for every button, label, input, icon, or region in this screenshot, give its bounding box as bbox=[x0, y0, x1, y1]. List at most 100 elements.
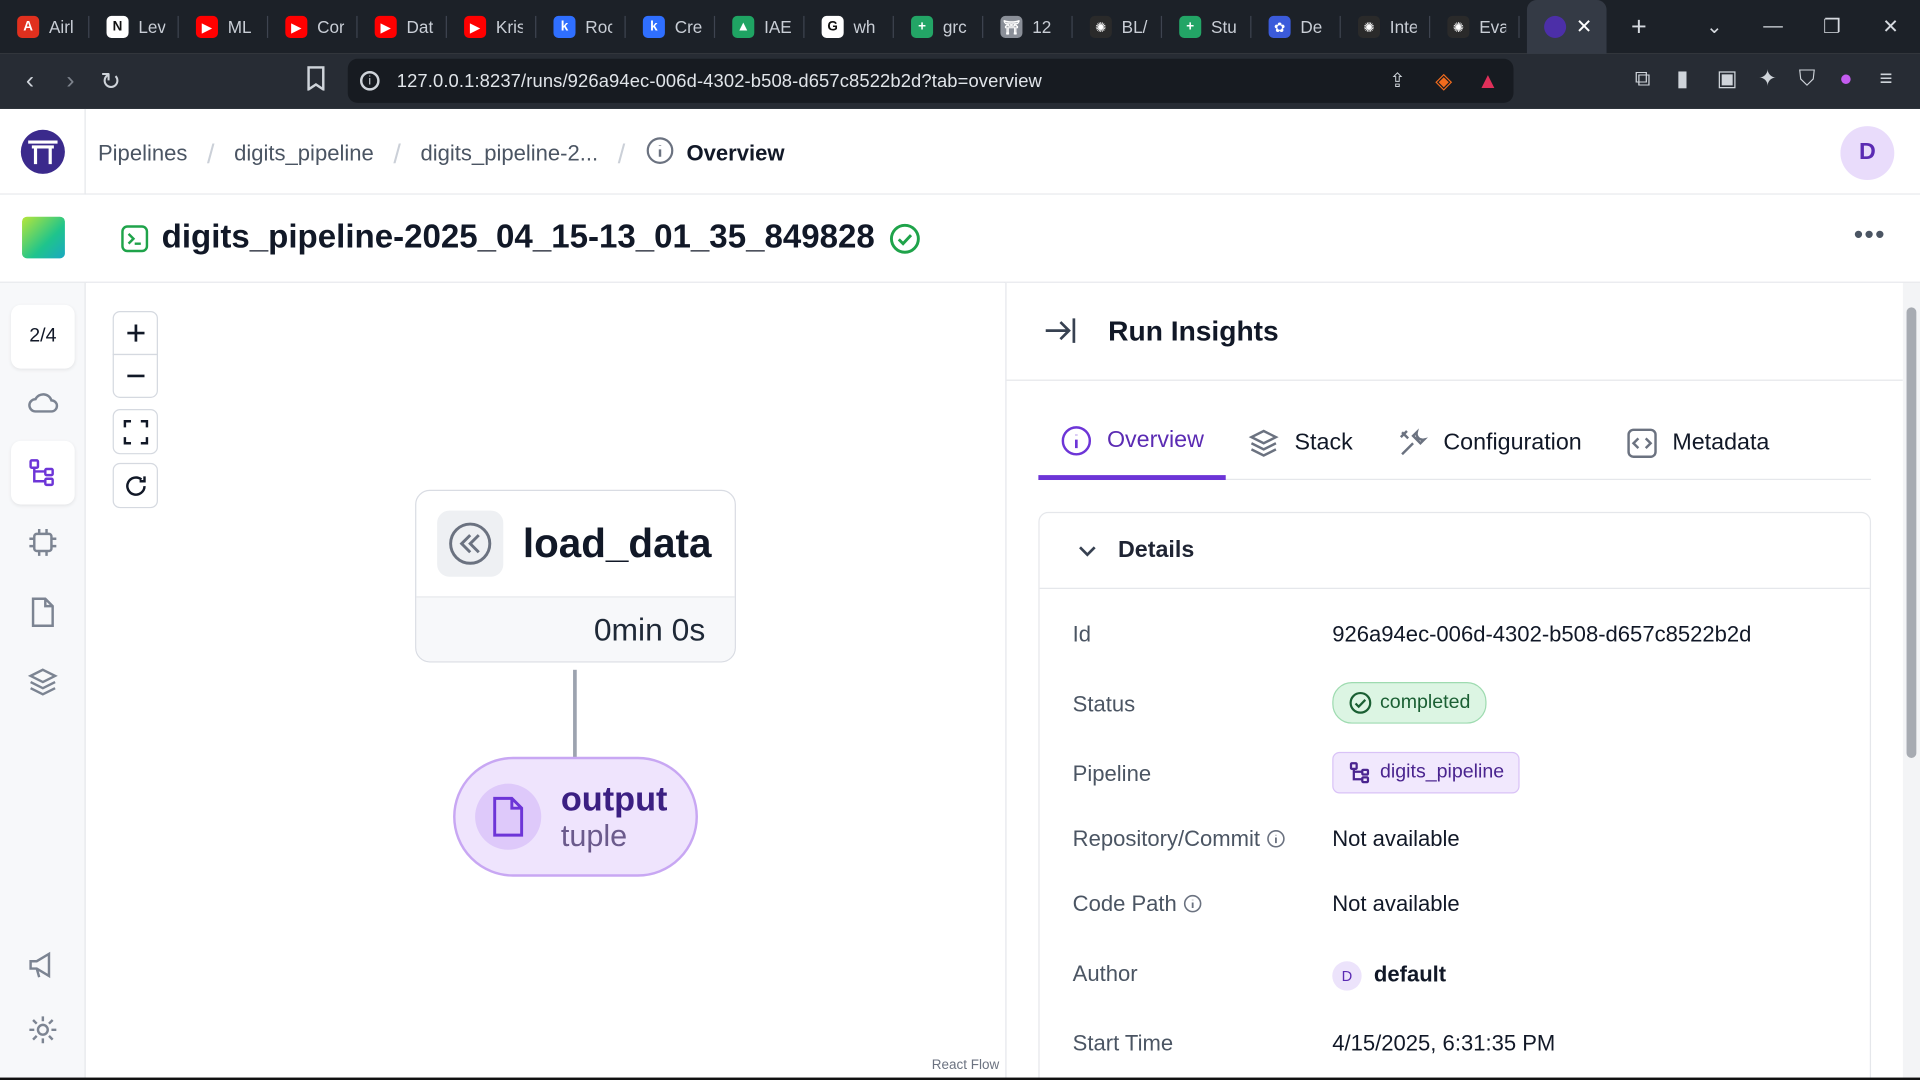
browser-tab[interactable]: Gwh bbox=[804, 0, 894, 54]
browser-tab[interactable]: k Roc bbox=[536, 0, 626, 54]
breadcrumb: Pipelines / digits_pipeline / digits_pip… bbox=[98, 136, 785, 172]
brave-shields-icon[interactable]: ◈ bbox=[1435, 68, 1452, 94]
pipeline-link[interactable]: digits_pipeline bbox=[1332, 751, 1521, 794]
help-info-icon bbox=[1184, 894, 1202, 913]
tab-title: BL/ bbox=[1121, 17, 1148, 37]
tab-stack[interactable]: Stack bbox=[1226, 405, 1375, 480]
breadcrumb-separator: / bbox=[206, 137, 215, 169]
breadcrumb-pipeline[interactable]: digits_pipeline bbox=[234, 141, 374, 167]
tab-title: Airl bbox=[48, 17, 74, 37]
address-bar[interactable]: i 127.0.0.1:8237/runs/926a94ec-006d-4302… bbox=[347, 58, 1514, 103]
zenml-logo-icon[interactable] bbox=[20, 129, 65, 174]
share-icon[interactable]: ⇪ bbox=[1389, 69, 1405, 93]
tab-favicon-icon: ✺ bbox=[1447, 15, 1470, 38]
back-icon[interactable]: ‹ bbox=[10, 67, 50, 95]
tab-metadata-label: Metadata bbox=[1672, 429, 1770, 455]
browser-tab[interactable]: ✺ Inte bbox=[1341, 0, 1431, 54]
minimize-button[interactable]: — bbox=[1744, 16, 1803, 38]
info-icon bbox=[1061, 425, 1092, 455]
reload-icon[interactable]: ↻ bbox=[91, 66, 131, 97]
pipeline-icon[interactable] bbox=[11, 440, 75, 505]
browser-tab[interactable]: k Cre bbox=[626, 0, 716, 54]
new-tab-button[interactable]: + bbox=[1631, 11, 1647, 43]
url-text[interactable]: 127.0.0.1:8237/runs/926a94ec-006d-4302-b… bbox=[397, 70, 1042, 91]
vpn-icon[interactable]: ⛉ bbox=[1799, 66, 1816, 92]
close-tab-icon[interactable]: ✕ bbox=[1576, 15, 1592, 39]
scrollbar-thumb[interactable] bbox=[1906, 307, 1917, 758]
settings-gear-icon[interactable] bbox=[11, 998, 75, 1062]
browser-tab[interactable]: ▶ Kris bbox=[447, 0, 537, 54]
tab-favicon-icon: + bbox=[911, 15, 934, 38]
browser-tab[interactable]: + grc bbox=[894, 0, 984, 54]
browser-toolbar: ‹ › ↻ i 127.0.0.1:8237/runs/926a94ec-006… bbox=[0, 53, 1920, 109]
forward-icon[interactable]: › bbox=[50, 67, 90, 95]
dag-canvas[interactable]: load_data 0min 0s output tuple React Flo… bbox=[86, 282, 1005, 1080]
tab-title: Roc bbox=[585, 17, 612, 37]
breadcrumb-separator: / bbox=[393, 137, 401, 169]
browser-tab[interactable]: ▶ Dat bbox=[358, 0, 447, 54]
browser-tab-active[interactable]: ✕ bbox=[1526, 0, 1607, 54]
react-flow-attribution[interactable]: React Flow bbox=[932, 1058, 999, 1073]
tab-favicon-icon: G bbox=[821, 15, 844, 38]
tab-title: Dat bbox=[406, 17, 434, 37]
screen: AAirlNLev▶ML▶Cor▶Dat▶KriskRockCre▲IAEGwh… bbox=[0, 0, 1920, 1080]
browser-tab[interactable]: ▶ ML bbox=[179, 0, 269, 54]
more-options-icon[interactable]: ••• bbox=[1854, 219, 1886, 251]
stack-layers-icon[interactable] bbox=[11, 650, 75, 714]
panel-scrollbar[interactable] bbox=[1902, 282, 1920, 1080]
tab-search-icon[interactable]: ⌄ bbox=[1685, 15, 1744, 39]
breadcrumb-run[interactable]: digits_pipeline-2... bbox=[420, 141, 598, 167]
tab-metadata[interactable]: Metadata bbox=[1604, 405, 1792, 480]
tab-overview[interactable]: Overview bbox=[1038, 405, 1226, 481]
user-avatar[interactable]: D bbox=[1840, 126, 1895, 181]
cloud-icon[interactable] bbox=[11, 371, 75, 435]
tab-title: grc bbox=[942, 17, 967, 37]
site-info-icon[interactable]: i bbox=[360, 71, 380, 91]
browser-tab[interactable]: ✺ Eva bbox=[1430, 0, 1520, 54]
zoom-out-button[interactable] bbox=[112, 353, 158, 398]
browser-tab[interactable]: ⛩ 12 bbox=[983, 0, 1073, 54]
artifact-node[interactable]: output tuple bbox=[453, 756, 698, 877]
menu-icon[interactable]: ≡ bbox=[1880, 66, 1893, 92]
breadcrumb-pipelines[interactable]: Pipelines bbox=[98, 141, 187, 167]
author-name: default bbox=[1373, 962, 1447, 987]
browser-tab[interactable]: N Lev bbox=[89, 0, 179, 54]
megaphone-icon[interactable] bbox=[11, 933, 75, 997]
extensions-icon[interactable]: ⧉ bbox=[1635, 66, 1651, 92]
browser-tab[interactable]: + Stu bbox=[1162, 0, 1252, 54]
file-icon[interactable] bbox=[11, 580, 75, 644]
tools-icon bbox=[1399, 427, 1428, 455]
run-insights-panel: Run Insights Overview Stack Configuratio… bbox=[1005, 282, 1903, 1080]
tab-favicon-icon: ✺ bbox=[1089, 15, 1112, 38]
brave-rewards-icon[interactable]: ▲ bbox=[1477, 68, 1499, 94]
browser-tab[interactable]: ▲ IAE bbox=[715, 0, 805, 54]
window-controls: ⌄ — ❐ ✕ bbox=[1685, 0, 1920, 54]
tab-favicon-icon: ▶ bbox=[195, 15, 218, 38]
fit-view-button[interactable] bbox=[112, 408, 158, 455]
breadcrumb-current: Overview bbox=[686, 140, 785, 166]
tab-favicon-icon: N bbox=[106, 15, 129, 38]
chip-icon[interactable] bbox=[11, 511, 75, 575]
sidebar-toggle-icon[interactable]: ▮ bbox=[1676, 66, 1688, 92]
project-avatar[interactable] bbox=[22, 216, 65, 259]
zoom-in-button[interactable] bbox=[112, 311, 158, 356]
refresh-layout-button[interactable] bbox=[112, 462, 158, 509]
browser-tab[interactable]: ▶ Cor bbox=[268, 0, 358, 54]
pipeline-small-icon bbox=[1349, 762, 1370, 784]
wallet-icon[interactable]: ▣ bbox=[1717, 66, 1738, 92]
details-header[interactable]: Details bbox=[1039, 513, 1870, 589]
browser-tab[interactable]: ✺ BL/ bbox=[1073, 0, 1163, 54]
close-window-button[interactable]: ✕ bbox=[1861, 15, 1920, 39]
tab-configuration[interactable]: Configuration bbox=[1375, 405, 1604, 480]
browser-tab[interactable]: A Airl bbox=[0, 0, 90, 54]
collapse-panel-icon[interactable] bbox=[1043, 315, 1077, 353]
profile-icon[interactable]: ● bbox=[1839, 66, 1852, 92]
artifact-name: output bbox=[560, 779, 668, 818]
step-node[interactable]: load_data 0min 0s bbox=[415, 489, 736, 663]
browser-tab[interactable]: ✿ De bbox=[1251, 0, 1341, 54]
leo-ai-icon[interactable]: ✦ bbox=[1758, 66, 1776, 92]
run-counter[interactable]: 2/4 bbox=[11, 304, 75, 369]
bookmark-icon[interactable] bbox=[306, 66, 326, 97]
restore-button[interactable]: ❐ bbox=[1802, 15, 1861, 39]
tab-title: Cre bbox=[674, 17, 702, 37]
